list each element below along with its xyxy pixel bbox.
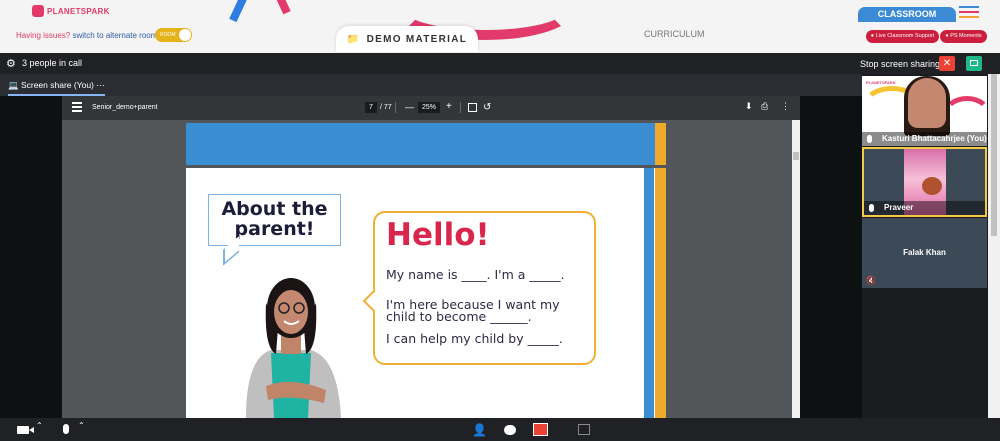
participant-tile[interactable]: Falak Khan 🔇: [862, 218, 987, 288]
participant-name-bar: Praveer: [864, 201, 985, 215]
about-line1: About the: [221, 198, 328, 220]
bubble-line-3: I can help my child by _____.: [386, 331, 563, 346]
zoom-input[interactable]: 25%: [418, 102, 440, 113]
scroll-thumb[interactable]: [793, 152, 799, 160]
toggle-label: ROOM: [160, 32, 176, 38]
participants-panel: PLANETSPARK Kasturi Bhattacahrjee (You) …: [862, 74, 988, 418]
bottom-control-bar: ⌃ ⌃ 👤: [0, 418, 1000, 441]
rotate-icon[interactable]: ↺: [483, 102, 491, 113]
live-support-label: Live Classroom Support: [875, 33, 935, 39]
pip-icon: [970, 60, 978, 66]
mic-icon: [867, 135, 872, 143]
top-header: PLANETSPARK Having issues? switch to alt…: [0, 0, 1000, 53]
demo-material-tab[interactable]: 📁 DEMO MATERIAL: [336, 26, 478, 52]
layout-icon[interactable]: [578, 424, 590, 435]
screen-share-area: Senior_demo+parent 7 / 77 — 25% + ↺ ⬇ ⎙ …: [0, 96, 862, 418]
call-bar: ⚙ 3 people in call Stop screen sharing ✕: [0, 53, 1000, 74]
participant-tile[interactable]: Praveer: [862, 147, 987, 217]
people-icon[interactable]: 👤: [472, 423, 487, 437]
woman-illustration: [246, 278, 341, 418]
bubble-line-2: I'm here because I want my child to beco…: [386, 297, 560, 324]
room-toggle[interactable]: ROOM: [155, 28, 192, 42]
participant-face: [922, 177, 942, 195]
hello-speech-bubble: Hello! My name is ____. I'm a _____. I'm…: [373, 211, 596, 365]
more-icon[interactable]: ⋯: [96, 80, 105, 90]
switch-room-link[interactable]: switch to alternate room: [72, 31, 157, 40]
fit-page-icon[interactable]: [468, 103, 477, 112]
tab-screen-share[interactable]: 💻 Screen share (You) ⋯: [8, 80, 105, 96]
hello-heading: Hello!: [386, 217, 490, 253]
ps-moments-button[interactable]: ● PS Moments: [940, 30, 987, 43]
page-stripe: [655, 168, 666, 418]
planetspark-logo[interactable]: PLANETSPARK: [32, 5, 110, 17]
classroom-tab[interactable]: CLASSROOM: [858, 7, 956, 22]
about-parent-heading: About the parent!: [208, 194, 341, 246]
ps-moments-label: PS Moments: [950, 33, 982, 39]
stop-sharing-label: Stop screen sharing: [860, 59, 941, 69]
participant-face: [908, 78, 946, 128]
participant-tile[interactable]: PLANETSPARK Kasturi Bhattacahrjee (You): [862, 76, 987, 146]
scroll-thumb[interactable]: [991, 74, 997, 236]
logo-icon: [32, 5, 44, 17]
hamburger-menu-icon[interactable]: [959, 6, 979, 21]
print-icon[interactable]: ⎙: [761, 101, 768, 112]
page-input[interactable]: 7: [365, 102, 377, 113]
live-support-button[interactable]: ● Live Classroom Support: [866, 30, 939, 43]
stop-sharing-button[interactable]: ✕: [939, 56, 955, 71]
people-count: 3 people in call: [22, 58, 83, 68]
share-tab-bar: 💻 Screen share (You) ⋯: [0, 74, 862, 96]
pdf-viewer[interactable]: Senior_demo+parent 7 / 77 — 25% + ↺ ⬇ ⎙ …: [62, 96, 800, 418]
pdf-scrollbar[interactable]: [792, 120, 800, 418]
issues-label: Having issues?: [16, 31, 71, 40]
divider: [395, 102, 396, 113]
chevron-up-icon[interactable]: ⌃: [78, 421, 85, 430]
participant-name-bar: Kasturi Bhattacahrjee (You): [862, 132, 987, 146]
demo-material-label: DEMO MATERIAL: [366, 33, 468, 45]
tile-logo: PLANETSPARK: [866, 80, 896, 85]
pdf-page-prev: [186, 123, 666, 165]
zoom-in-icon[interactable]: +: [446, 101, 452, 112]
participant-name: Falak Khan: [903, 248, 946, 257]
download-icon[interactable]: ⬇: [745, 101, 753, 112]
bubble-line-1: My name is ____. I'm a _____.: [386, 267, 565, 282]
chevron-up-icon[interactable]: ⌃: [36, 421, 43, 430]
toggle-knob: [179, 29, 191, 41]
participant-name: Praveer: [884, 203, 914, 212]
page-total: / 77: [380, 104, 392, 111]
folder-icon: 📁: [346, 33, 361, 45]
zoom-out-icon[interactable]: —: [405, 102, 414, 112]
logo-text: PLANETSPARK: [47, 6, 110, 16]
page-stripe: [644, 168, 654, 418]
about-line2: parent!: [234, 218, 315, 240]
pdf-filename: Senior_demo+parent: [92, 104, 158, 111]
page-stripe: [655, 123, 666, 165]
divider: [460, 102, 461, 113]
pdf-toolbar: Senior_demo+parent 7 / 77 — 25% + ↺ ⬇ ⎙ …: [62, 96, 800, 120]
microphone-icon[interactable]: [63, 424, 69, 434]
gear-icon[interactable]: ⚙: [6, 57, 16, 70]
issues-text: Having issues? switch to alternate room: [16, 31, 157, 40]
menu-icon[interactable]: [72, 102, 82, 114]
curriculum-tab[interactable]: CURRICULUM: [644, 29, 705, 39]
page-scrollbar[interactable]: [988, 74, 1000, 418]
participant-name: Kasturi Bhattacahrjee (You): [882, 134, 987, 143]
tab-label: Screen share (You): [20, 80, 94, 90]
chat-icon[interactable]: [504, 425, 516, 435]
mic-icon: [869, 204, 874, 212]
mic-off-icon: 🔇: [866, 276, 876, 285]
screen-share-icon[interactable]: [533, 423, 548, 436]
more-vert-icon[interactable]: ⋮: [781, 101, 790, 112]
camera-icon[interactable]: [17, 426, 34, 434]
pip-button[interactable]: [966, 56, 982, 71]
pdf-page-current: About the parent! Hello! My name is ____: [186, 168, 666, 418]
